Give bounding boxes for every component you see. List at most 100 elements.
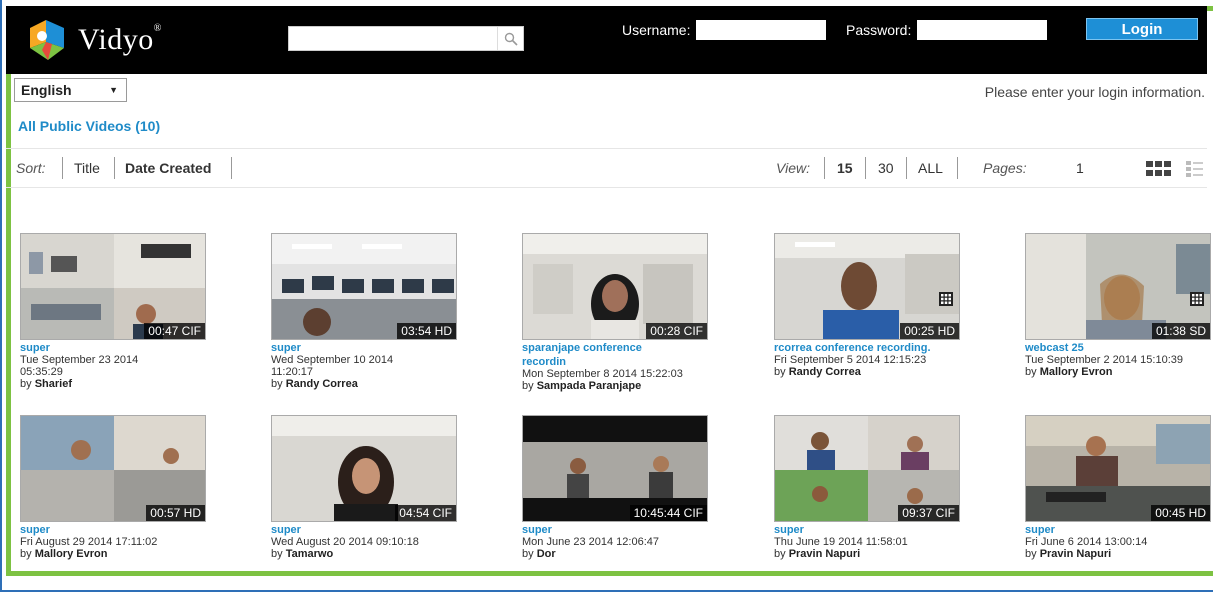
- logo-text: Vidyo®: [78, 23, 162, 56]
- video-tile[interactable]: 01:38 SD webcast 25 Tue September 2 2014…: [1025, 233, 1213, 379]
- video-author: by Mallory Evron: [20, 548, 108, 560]
- video-author: by Sampada Paranjape: [522, 380, 642, 392]
- video-title[interactable]: super: [1025, 524, 1213, 536]
- login-message: Please enter your login information.: [984, 84, 1205, 100]
- password-label: Password:: [846, 22, 912, 38]
- search-input[interactable]: [289, 27, 499, 50]
- duration-badge: 10:45:44 CIF: [629, 505, 707, 521]
- list-view-icon[interactable]: [1186, 160, 1206, 181]
- sort-by-date-created[interactable]: Date Created: [125, 160, 211, 176]
- divider: [906, 157, 907, 179]
- video-tile[interactable]: 00:57 HD super Fri August 29 2014 17:11:…: [20, 415, 210, 561]
- duration-badge: 03:54 HD: [397, 323, 456, 339]
- video-title[interactable]: super: [271, 342, 461, 354]
- video-tile[interactable]: 00:47 CIF super Tue September 23 2014 05…: [20, 233, 210, 391]
- video-thumbnail[interactable]: 00:45 HD: [1025, 415, 1211, 522]
- video-title[interactable]: super: [20, 524, 210, 536]
- password-group: Password:: [846, 18, 1048, 42]
- video-author: by Pravin Napuri: [1025, 548, 1112, 560]
- view-all-option[interactable]: ALL: [918, 160, 943, 176]
- video-author: by Sharief: [20, 378, 72, 390]
- video-time: 05:35:29: [20, 366, 63, 378]
- password-input[interactable]: [917, 20, 1048, 40]
- pages-label: Pages:: [983, 160, 1027, 176]
- duration-badge: 00:47 CIF: [144, 323, 205, 339]
- video-author: by Tamarwo: [271, 548, 334, 560]
- video-date: Wed August 20 2014 09:10:18: [271, 536, 419, 548]
- search-field[interactable]: [288, 26, 524, 51]
- video-thumbnail[interactable]: 00:47 CIF: [20, 233, 206, 340]
- top-header: Vidyo® Username: Password: Login: [6, 6, 1207, 74]
- login-button[interactable]: Login: [1086, 18, 1198, 40]
- video-thumbnail[interactable]: 03:54 HD: [271, 233, 457, 340]
- video-title[interactable]: sparanjape conference: [522, 342, 712, 354]
- current-page[interactable]: 1: [1076, 160, 1084, 176]
- video-date: Wed September 10 2014: [271, 354, 394, 366]
- vidyo-logo-icon: [30, 20, 64, 60]
- video-author: by Dor: [522, 548, 556, 560]
- video-title-line2[interactable]: recordin: [522, 356, 712, 368]
- all-public-videos-link[interactable]: All Public Videos (10): [18, 118, 160, 134]
- sort-by-title[interactable]: Title: [74, 160, 100, 176]
- duration-badge: 00:25 HD: [900, 323, 959, 339]
- video-author: by Mallory Evron: [1025, 366, 1113, 378]
- divider: [231, 157, 232, 179]
- video-title[interactable]: super: [522, 524, 712, 536]
- vidyo-logo[interactable]: Vidyo®: [26, 16, 162, 64]
- video-thumbnail[interactable]: 01:38 SD: [1025, 233, 1211, 340]
- video-tile[interactable]: 00:28 CIF sparanjape conference recordin…: [522, 233, 712, 393]
- search-button[interactable]: [497, 27, 523, 50]
- video-thumbnail[interactable]: 04:54 CIF: [271, 415, 457, 522]
- video-thumbnail[interactable]: 00:57 HD: [20, 415, 206, 522]
- divider: [62, 157, 63, 179]
- video-tile[interactable]: 00:25 HD rcorrea conference recording. F…: [774, 233, 964, 379]
- video-tile[interactable]: 00:45 HD super Fri June 6 2014 13:00:14 …: [1025, 415, 1213, 561]
- language-selected: English: [21, 82, 72, 98]
- multi-view-icon: [939, 292, 953, 306]
- divider: [865, 157, 866, 179]
- video-date: Fri September 5 2014 12:15:23: [774, 354, 927, 366]
- grid-view-icon[interactable]: [1146, 160, 1174, 181]
- video-thumbnail[interactable]: 09:37 CIF: [774, 415, 960, 522]
- video-tile[interactable]: 10:45:44 CIF super Mon June 23 2014 12:0…: [522, 415, 712, 561]
- video-date: Fri August 29 2014 17:11:02: [20, 536, 158, 548]
- divider: [114, 157, 115, 179]
- video-title[interactable]: super: [271, 524, 461, 536]
- duration-badge: 00:45 HD: [1151, 505, 1210, 521]
- multi-view-icon: [1190, 292, 1204, 306]
- sort-label: Sort:: [16, 160, 46, 176]
- video-thumbnail[interactable]: 00:28 CIF: [522, 233, 708, 340]
- divider: [957, 157, 958, 179]
- divider: [824, 157, 825, 179]
- language-select[interactable]: English ▼: [14, 78, 127, 102]
- view-30-option[interactable]: 30: [878, 160, 894, 176]
- username-group: Username:: [622, 18, 827, 42]
- video-date: Fri June 6 2014 13:00:14: [1025, 536, 1148, 548]
- video-author: by Pravin Napuri: [774, 548, 861, 560]
- video-tile[interactable]: 04:54 CIF super Wed August 20 2014 09:10…: [271, 415, 461, 561]
- video-thumbnail[interactable]: 00:25 HD: [774, 233, 960, 340]
- view-label: View:: [776, 160, 810, 176]
- video-author: by Randy Correa: [774, 366, 861, 378]
- video-title[interactable]: rcorrea conference recording.: [774, 342, 964, 354]
- video-title[interactable]: webcast 25: [1025, 342, 1213, 354]
- video-title[interactable]: super: [774, 524, 964, 536]
- duration-badge: 00:28 CIF: [646, 323, 707, 339]
- video-date: Mon June 23 2014 12:06:47: [522, 536, 660, 548]
- video-title[interactable]: super: [20, 342, 210, 354]
- video-date: Tue September 2 2014 15:10:39: [1025, 354, 1183, 366]
- search-icon: [504, 32, 518, 46]
- video-date: Thu June 19 2014 11:58:01: [774, 536, 908, 548]
- duration-badge: 04:54 CIF: [395, 505, 456, 521]
- duration-badge: 00:57 HD: [146, 505, 205, 521]
- username-label: Username:: [622, 22, 691, 38]
- video-thumbnail[interactable]: 10:45:44 CIF: [522, 415, 708, 522]
- video-tile[interactable]: 09:37 CIF super Thu June 19 2014 11:58:0…: [774, 415, 964, 561]
- sort-bar: Sort: Title Date Created View: 15 30 ALL…: [6, 148, 1207, 188]
- dropdown-arrow-icon: ▼: [109, 85, 118, 95]
- video-date: Mon September 8 2014 15:22:03: [522, 368, 683, 380]
- duration-badge: 01:38 SD: [1151, 323, 1210, 339]
- video-tile[interactable]: 03:54 HD super Wed September 10 2014 11:…: [271, 233, 461, 391]
- username-input[interactable]: [696, 20, 827, 40]
- view-15-option[interactable]: 15: [837, 160, 853, 176]
